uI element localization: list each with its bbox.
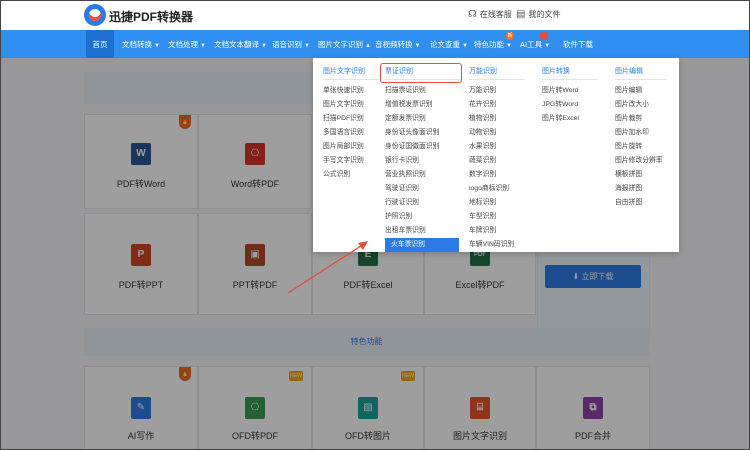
annotation-arrow-icon <box>287 241 368 294</box>
